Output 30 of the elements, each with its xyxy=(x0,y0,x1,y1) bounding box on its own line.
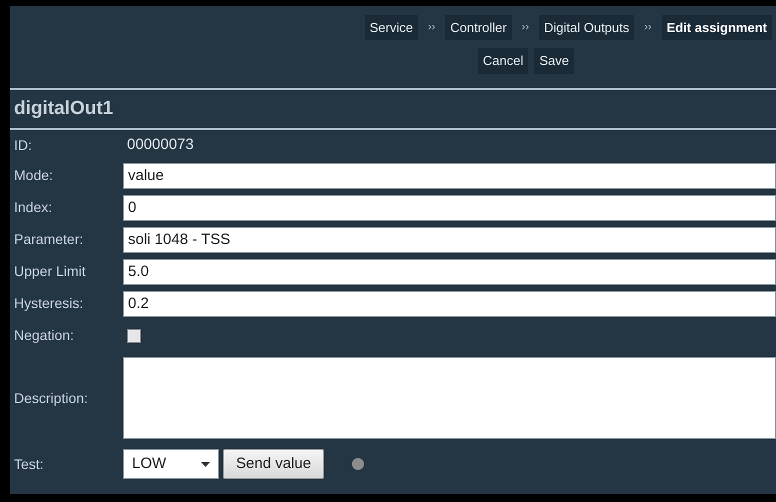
field-label: Upper Limit xyxy=(13,262,87,281)
field-label: Description: xyxy=(13,388,89,408)
input-field[interactable]: 0.2 xyxy=(123,290,776,316)
field-label: Negation: xyxy=(13,326,75,345)
breadcrumb-link[interactable]: Edit assignment xyxy=(662,14,772,40)
field-label: ID: xyxy=(13,136,33,154)
field-value: 00000073 xyxy=(126,134,194,155)
field-label: Parameter: xyxy=(13,230,84,249)
send-value-button[interactable]: Send value xyxy=(223,449,324,479)
field-label: Index: xyxy=(13,198,54,217)
description-field[interactable] xyxy=(123,357,776,439)
breadcrumb-link[interactable]: Service xyxy=(364,14,418,40)
input-field[interactable]: soli 1048 - TSS xyxy=(123,226,776,252)
breadcrumb-separator: ›› xyxy=(522,20,529,36)
caret-icon xyxy=(201,462,210,466)
level-dropdown[interactable]: LOW xyxy=(123,449,219,479)
input-field[interactable]: 5.0 xyxy=(123,258,776,284)
action-button[interactable]: Save xyxy=(534,48,574,74)
breadcrumb-link[interactable]: Digital Outputs xyxy=(538,14,634,40)
record-title: digitalOut1 xyxy=(13,96,114,121)
action-button[interactable]: Cancel xyxy=(478,48,528,74)
input-field[interactable]: 0 xyxy=(123,194,776,220)
checkbox[interactable] xyxy=(127,328,141,342)
field-label: Test: xyxy=(13,454,45,474)
field-label: Hysteresis: xyxy=(13,294,84,313)
field-label: Mode: xyxy=(13,166,54,185)
breadcrumb-separator: ›› xyxy=(428,20,436,36)
breadcrumb-link[interactable]: Controller xyxy=(445,14,512,40)
breadcrumb-separator: ›› xyxy=(644,20,652,36)
input-field[interactable]: value xyxy=(123,162,776,188)
